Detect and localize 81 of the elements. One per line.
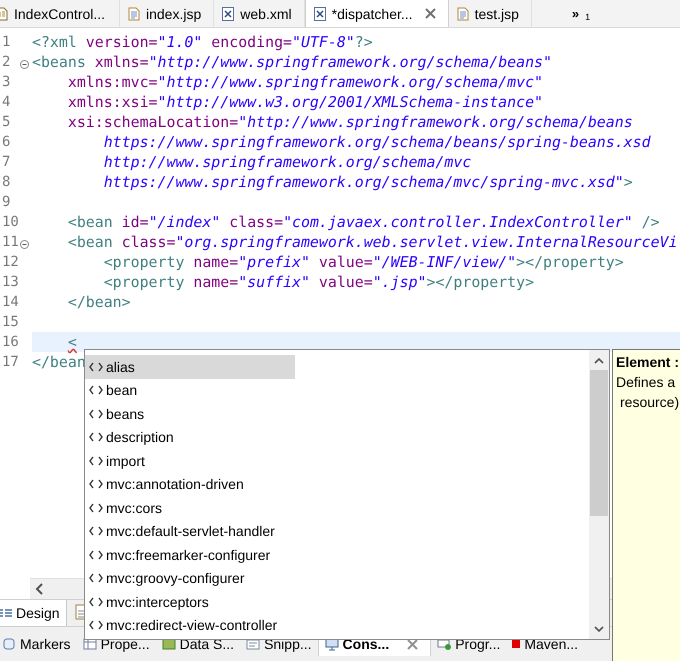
line-number: 6 [1, 134, 10, 150]
design-tab[interactable]: Design [0, 600, 67, 626]
line-number: 9 [1, 194, 10, 210]
line-number: 17 [1, 354, 19, 370]
code-line: <property name="suffix" value=".jsp"></property> [102, 273, 534, 291]
line-number: 4 [1, 94, 10, 110]
element-icon [89, 526, 103, 536]
completion-item[interactable]: beans [85, 402, 295, 426]
editor-tab[interactable]: index.jsp [120, 0, 214, 27]
collapse-icon[interactable] [20, 240, 29, 249]
scroll-thumb[interactable] [590, 370, 608, 516]
code-line: xmlns:mvc="http://www.springframework.org/schema/mvc" [66, 73, 544, 91]
code-line: https://www.springframework.org/schema/mvc/spring-mvc.xsd"> [102, 173, 633, 191]
more-tabs-button[interactable]: » 1 [532, 0, 600, 27]
code-line: <bean id="/index" class="com.javaex.controller.IndexController" /> [66, 213, 660, 231]
line-number: 2 [1, 54, 10, 70]
code-line: https://www.springframework.org/schema/beans/spring-beans.xsd [102, 133, 651, 151]
line-number: 1 [1, 34, 10, 50]
code-line: http://www.springframework.org/schema/mvc [102, 153, 472, 171]
completion-item[interactable]: mvc:cors [85, 496, 295, 520]
page-icon [128, 6, 140, 20]
element-icon [89, 573, 103, 584]
editor-tab[interactable]: IndexControl... [0, 0, 120, 27]
close-icon[interactable] [407, 638, 418, 650]
page-icon [456, 6, 469, 20]
collapse-icon[interactable] [20, 60, 29, 69]
completion-item[interactable]: import [85, 449, 295, 472]
code-line: xmlns:xsi="http://www.w3.org/2001/XMLSchema-instance" [66, 93, 544, 111]
xml-file-icon [314, 6, 326, 20]
editor-tab[interactable]: test.jsp [448, 0, 532, 27]
completion-item[interactable]: bean [85, 378, 295, 402]
code-line: <beans xmlns="http://www.springframework.org/schema/beans" [32, 53, 552, 71]
completion-item[interactable]: mvc:groovy-configurer [85, 566, 295, 590]
element-icon [89, 596, 103, 607]
editor-tab[interactable]: web.xml [214, 0, 305, 27]
completion-item[interactable]: mvc:annotation-driven [85, 472, 295, 496]
line-number: 12 [1, 254, 19, 270]
panel-tab[interactable]: Maven... [506, 632, 584, 656]
line-number: 10 [1, 214, 19, 230]
editor-tab[interactable]: *dispatcher... [304, 0, 449, 27]
completion-item[interactable]: mvc:default-servlet-handler [85, 520, 295, 543]
close-icon[interactable] [424, 8, 436, 19]
code-line: xsi:schemaLocation="http://www.springframework.org/schema/beans [66, 113, 633, 131]
line-number: 13 [1, 274, 19, 290]
line-number: 8 [1, 174, 10, 190]
info-text: Defines a [616, 374, 676, 390]
element-icon [89, 550, 103, 560]
maven-icon [512, 640, 520, 648]
code-line: </bean> [66, 293, 131, 311]
line-number: 16 [1, 334, 19, 350]
data-icon [162, 637, 176, 651]
xml-file-icon [222, 6, 234, 20]
list-icon [0, 607, 12, 619]
element-icon [89, 362, 103, 372]
line-number: 7 [1, 154, 10, 170]
code-line: <?xml version="1.0" encoding="UTF-8"?> [32, 33, 373, 51]
line-number: 5 [1, 114, 10, 130]
completion-item[interactable]: mvc:interceptors [85, 590, 295, 614]
code-line: </bean [32, 353, 86, 371]
code-line: < [66, 333, 77, 351]
info-text: resource) [619, 394, 680, 410]
completion-item[interactable]: description [85, 426, 295, 449]
element-icon [89, 385, 103, 396]
line-number: 14 [1, 294, 19, 310]
code-line: <bean class="org.springframework.web.servlet.view.InternalResourceVi [66, 233, 678, 251]
line-number: 11 [1, 234, 19, 250]
element-icon [89, 456, 103, 466]
code-line: <property name="prefix" value="/WEB-INF/view/"></property> [102, 253, 624, 271]
completion-item[interactable]: mvc:redirect-view-controller [85, 614, 295, 637]
line-number: 15 [1, 314, 19, 330]
completion-item[interactable]: mvc:freemarker-configurer [85, 543, 295, 566]
element-icon [89, 502, 103, 513]
element-icon [89, 620, 103, 630]
completion-item[interactable]: alias [85, 355, 295, 378]
element-icon [89, 408, 103, 419]
panel-tab[interactable]: Markers [0, 632, 77, 656]
line-number: 3 [1, 74, 10, 90]
info-title: Element : [616, 354, 680, 370]
element-icon [89, 432, 103, 442]
vertical-scrollbar[interactable] [589, 350, 609, 639]
element-icon [89, 479, 103, 490]
